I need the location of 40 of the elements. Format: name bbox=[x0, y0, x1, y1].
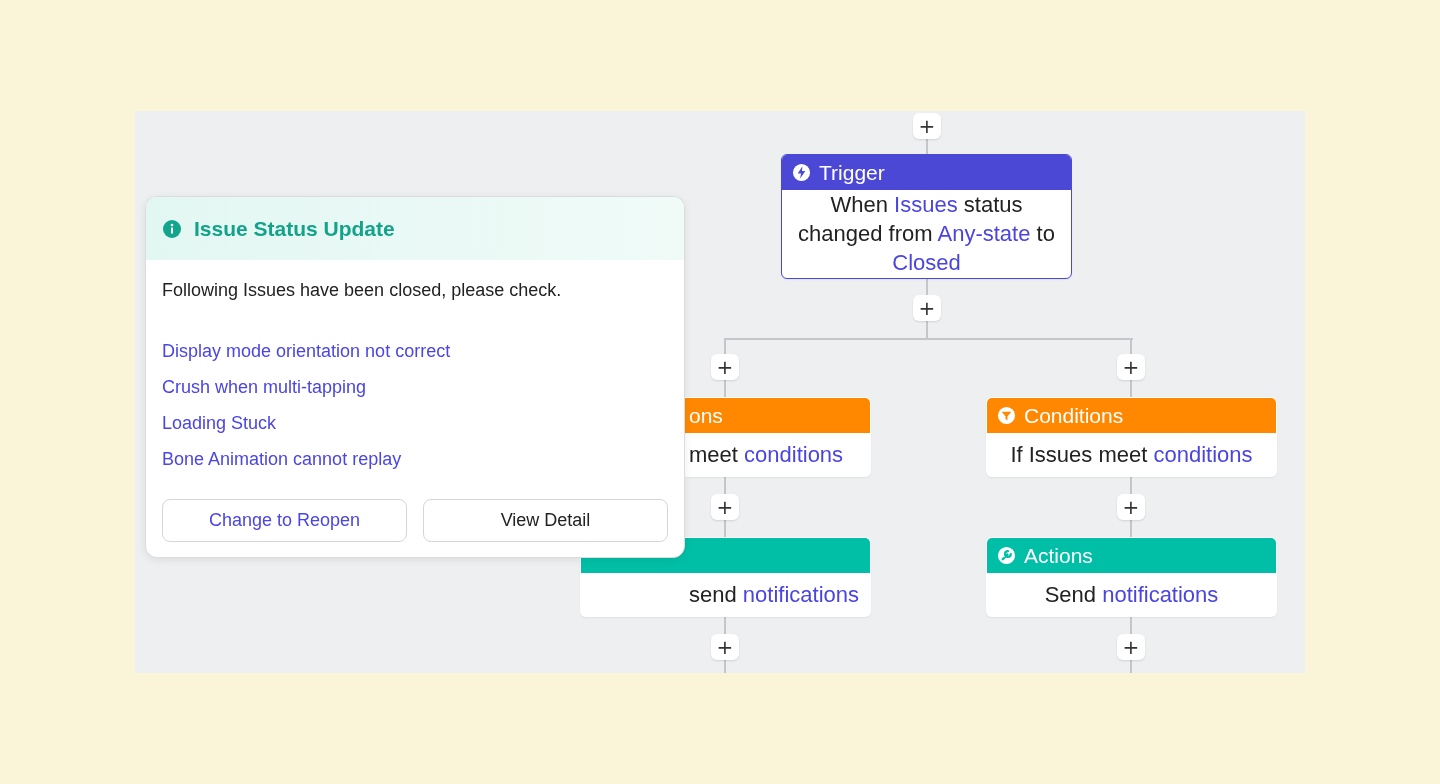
node-title: Conditions bbox=[1024, 403, 1124, 428]
node-title: Actions bbox=[1024, 543, 1093, 568]
issue-link[interactable]: Display mode orientation not correct bbox=[162, 339, 451, 363]
conditions-node[interactable]: Conditions If Issues meet conditions bbox=[986, 397, 1277, 477]
node-description: send notifications bbox=[689, 581, 859, 609]
node-description: Send notifications bbox=[1044, 581, 1219, 609]
node-description: meet conditions bbox=[689, 441, 844, 469]
token-link[interactable]: conditions bbox=[744, 442, 844, 467]
add-step-button[interactable]: + bbox=[711, 634, 739, 660]
add-step-button[interactable]: + bbox=[711, 494, 739, 520]
wrench-icon bbox=[997, 546, 1016, 565]
add-step-button[interactable]: + bbox=[711, 354, 739, 380]
actions-node[interactable]: Actions Send notifications bbox=[986, 537, 1277, 617]
add-step-button[interactable]: + bbox=[913, 295, 941, 321]
issue-link[interactable]: Crush when multi-tapping bbox=[162, 375, 367, 399]
popup-message: Following Issues have been closed, please check. bbox=[162, 280, 563, 301]
popup-title: Issue Status Update bbox=[194, 216, 395, 241]
issue-link[interactable]: Bone Animation cannot replay bbox=[162, 447, 402, 471]
token-link[interactable]: Any-state bbox=[937, 221, 1031, 246]
add-step-button[interactable]: + bbox=[1117, 494, 1145, 520]
trigger-node[interactable]: Trigger When Issues status changed from Any-state to Closed bbox=[781, 154, 1072, 279]
reopen-button[interactable]: Change to Reopen bbox=[162, 499, 407, 542]
view-detail-button[interactable]: View Detail bbox=[423, 499, 668, 542]
node-description: If Issues meet conditions bbox=[1010, 441, 1253, 469]
token-link[interactable]: Issues bbox=[894, 192, 958, 217]
node-title: Trigger bbox=[819, 160, 885, 185]
info-icon bbox=[162, 218, 182, 239]
node-title: ons bbox=[689, 403, 723, 428]
add-step-button[interactable]: + bbox=[1117, 354, 1145, 380]
issue-link[interactable]: Loading Stuck bbox=[162, 411, 277, 435]
token-link[interactable]: notifications bbox=[742, 582, 859, 607]
token-link[interactable]: notifications bbox=[1102, 582, 1219, 607]
lightning-icon bbox=[792, 163, 811, 182]
actions-node[interactable]: send notifications bbox=[580, 537, 871, 617]
add-step-button[interactable]: + bbox=[1117, 634, 1145, 660]
filter-icon bbox=[997, 406, 1016, 425]
add-step-button[interactable]: + bbox=[913, 113, 941, 139]
token-link[interactable]: Closed bbox=[892, 250, 961, 275]
node-description: When Issues status changed from Any-state to Closed bbox=[797, 191, 1056, 277]
token-link[interactable]: conditions bbox=[1153, 442, 1253, 467]
